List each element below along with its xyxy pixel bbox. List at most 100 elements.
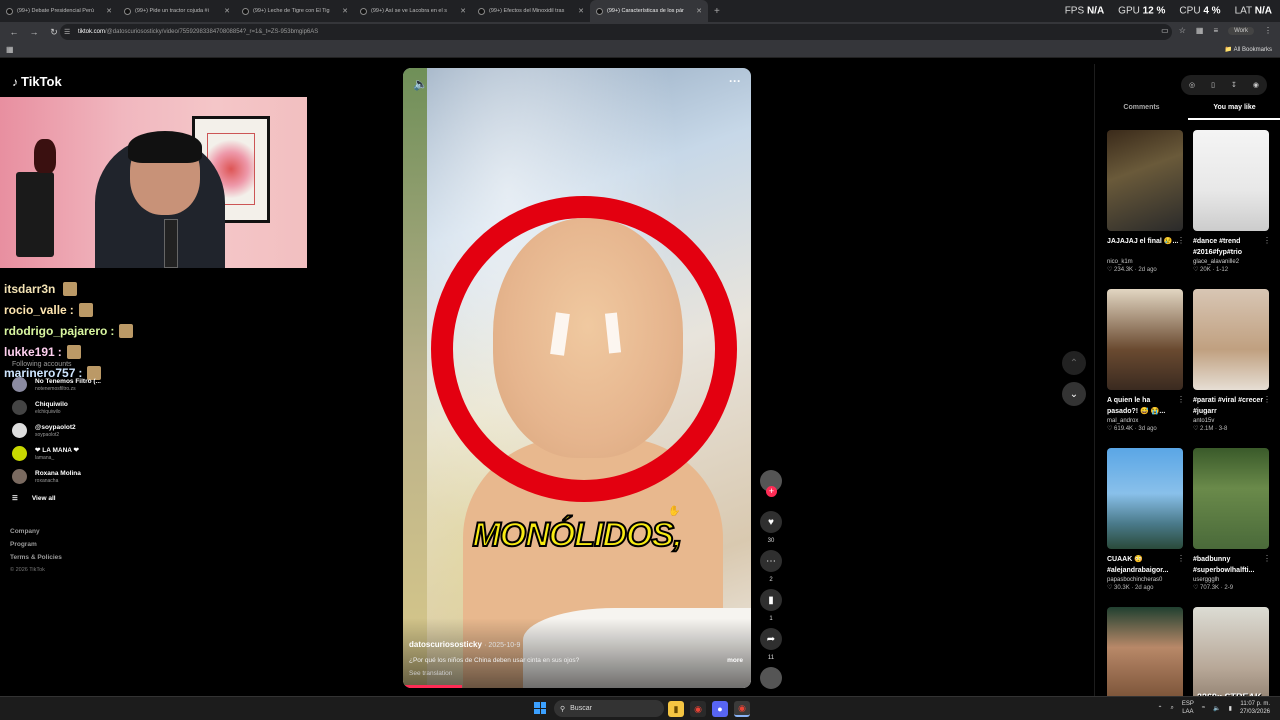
video-thumbnail[interactable] — [1107, 607, 1183, 708]
sound-disc-icon[interactable] — [760, 667, 782, 689]
volume-tray-icon[interactable]: 🔈 — [1213, 705, 1220, 712]
card-more-icon[interactable]: ⋮ — [1263, 395, 1271, 404]
file-explorer-icon[interactable]: ▮ — [668, 701, 684, 717]
extensions-icon[interactable]: ▦ — [1196, 26, 1204, 35]
following-item[interactable]: Roxana Molina roxanacha — [12, 465, 192, 488]
following-item[interactable]: Chiquiwilo elchiquiwilo — [12, 396, 192, 419]
phone-icon[interactable]: ▯ — [1211, 81, 1215, 89]
chevron-up-icon[interactable]: ⌃ — [1157, 705, 1162, 712]
profile-button[interactable]: Work — [1228, 26, 1254, 35]
video-thumbnail[interactable] — [1193, 448, 1269, 549]
battery-icon[interactable]: ▮ — [1229, 705, 1232, 712]
browser-tab[interactable]: (99+) Efectos del Minoxidil tras ✕ — [472, 0, 590, 22]
video-progress-bar[interactable] — [403, 685, 463, 688]
clock[interactable]: 11:07 p. m. 27/03/2026 — [1240, 700, 1270, 716]
video-author[interactable]: datoscuriososticky · 2025-10-9 — [409, 640, 520, 649]
footer-terms[interactable]: Terms & Policies — [10, 554, 62, 561]
menu-icon[interactable]: ⋮ — [1264, 26, 1272, 35]
card-more-icon[interactable]: ⋮ — [1263, 236, 1271, 245]
recommended-video-card[interactable]: #parati #viral #crecer #jugarr anto15v ♡ 2… — [1193, 289, 1271, 432]
url-bar[interactable]: ☰ tiktok.com/@datoscuriososticky/video/7… — [60, 24, 1172, 40]
browser-tab[interactable]: (99+) Así se ve Lacobra en el s ✕ — [354, 0, 472, 22]
view-all-button[interactable]: ☰ View all — [12, 488, 192, 508]
author-avatar[interactable]: + — [760, 470, 782, 497]
tab-comments[interactable]: Comments — [1095, 100, 1188, 120]
like-icon[interactable]: ♥ — [760, 511, 782, 533]
card-more-icon[interactable]: ⋮ — [1177, 236, 1185, 245]
follow-plus-icon[interactable]: + — [766, 486, 777, 497]
language-indicator[interactable]: ESP LAA — [1182, 700, 1194, 716]
previous-video-button[interactable]: ⌃ — [1062, 351, 1086, 375]
browser-tab[interactable]: (99+) Características de los pár ✕ — [590, 0, 708, 22]
recommended-video-card[interactable]: 2269x STREAK — [1193, 607, 1269, 708]
description-more-button[interactable]: more — [727, 657, 743, 664]
share-icon[interactable]: ➦ — [760, 628, 782, 650]
downloads-icon[interactable]: ≡ — [1213, 26, 1218, 35]
recommended-video-card[interactable]: #dance #trend #2016#fyp#trio glace_alavan… — [1193, 130, 1271, 273]
card-author[interactable]: anto15v — [1193, 418, 1269, 424]
footer-company[interactable]: Company — [10, 528, 40, 535]
more-options-icon[interactable]: ··· — [729, 74, 741, 88]
cast-icon[interactable]: ▭ — [1161, 26, 1169, 35]
taskbar-search[interactable]: ⚲ Buscar — [554, 700, 664, 717]
following-item[interactable]: No Tenemos Filtro (... notenemosfiltro.zs — [12, 373, 192, 396]
chrome-active-icon[interactable]: ◉ — [734, 701, 750, 717]
recommended-video-card[interactable]: CUAAK 😳 #alejandrabaigor... papasbochinch… — [1107, 448, 1185, 591]
back-icon[interactable]: ← — [8, 27, 20, 37]
video-thumbnail[interactable] — [1107, 289, 1183, 390]
recommended-video-card[interactable] — [1107, 607, 1183, 708]
recommended-video-card[interactable]: A quien le ha pasado?! 😅 😭... mal_androx ♡… — [1107, 289, 1185, 432]
card-more-icon[interactable]: ⋮ — [1177, 554, 1185, 563]
close-icon[interactable]: ✕ — [696, 7, 702, 15]
video-thumbnail[interactable] — [1107, 448, 1183, 549]
browser-tab[interactable]: (99+) Debate Presidencial Perú ✕ — [0, 0, 118, 22]
site-info-icon[interactable]: ☰ — [64, 28, 70, 36]
comment-icon[interactable]: ⋯ — [760, 550, 782, 572]
all-bookmarks-button[interactable]: 📁 All Bookmarks — [1225, 46, 1272, 53]
close-icon[interactable]: ✕ — [224, 7, 230, 15]
reload-icon[interactable]: ↻ — [48, 27, 60, 38]
footer-program[interactable]: Program — [10, 541, 37, 548]
next-video-button[interactable]: ⌄ — [1062, 382, 1086, 406]
video-thumbnail[interactable] — [1193, 130, 1269, 231]
close-icon[interactable]: ✕ — [578, 7, 584, 15]
windows-start-icon[interactable] — [534, 702, 546, 714]
card-stats: ♡ 2.1M · 3-8 — [1193, 426, 1228, 432]
volume-icon[interactable]: 🔈 — [413, 77, 428, 91]
card-more-icon[interactable]: ⋮ — [1263, 554, 1271, 563]
video-thumbnail[interactable] — [1193, 289, 1269, 390]
network-icon[interactable]: ⌕ — [1170, 705, 1173, 712]
card-author[interactable]: userggglh — [1193, 577, 1269, 583]
bookmark-icon[interactable]: ▮ — [760, 589, 782, 611]
following-item[interactable]: ❤ LA MANA ❤ lamana_ — [12, 442, 192, 465]
card-more-icon[interactable]: ⋮ — [1177, 395, 1185, 404]
wifi-icon[interactable]: ≈ — [1202, 705, 1205, 711]
new-tab-button[interactable]: + — [714, 6, 720, 17]
card-author[interactable]: papasbochincheras0 — [1107, 577, 1183, 583]
bookmark-star-icon[interactable]: ☆ — [1179, 26, 1186, 35]
video-thumbnail[interactable]: 2269x STREAK — [1193, 607, 1269, 708]
video-player[interactable]: MONÓLIDOS, 🔈 ··· datoscuriososticky · 20… — [403, 68, 751, 688]
tab-you-may-like[interactable]: You may like — [1188, 100, 1280, 120]
recommended-video-card[interactable]: #badbunny #superbowlhalfti... userggglh ♡ … — [1193, 448, 1271, 591]
card-author[interactable]: glace_alavanille2 — [1193, 259, 1269, 265]
download-icon[interactable]: ↧ — [1231, 81, 1237, 89]
compass-icon[interactable]: ◎ — [1189, 81, 1195, 89]
tiktok-logo[interactable]: ♪ TikTok — [12, 74, 62, 89]
discord-icon[interactable]: ● — [712, 701, 728, 717]
card-author[interactable]: nico_k1m — [1107, 259, 1183, 265]
apps-grid-icon[interactable]: ▦ — [6, 45, 14, 54]
captions-icon[interactable]: ◉ — [1253, 81, 1259, 89]
chrome-icon[interactable]: ◉ — [690, 701, 706, 717]
close-icon[interactable]: ✕ — [106, 7, 112, 15]
browser-tab[interactable]: (99+) Leche de Tigre con El Tig ✕ — [236, 0, 354, 22]
close-icon[interactable]: ✕ — [342, 7, 348, 15]
close-icon[interactable]: ✕ — [460, 7, 466, 15]
recommended-video-card[interactable]: JAJAJAJ el final 😢... nico_k1m ♡ 234.3K · … — [1107, 130, 1185, 273]
forward-icon[interactable]: → — [28, 27, 40, 37]
following-item[interactable]: @soypaolot2 soypaolot2 — [12, 419, 192, 442]
see-translation-link[interactable]: See translation — [409, 670, 452, 677]
card-author[interactable]: mal_androx — [1107, 418, 1183, 424]
browser-tab[interactable]: (99+) Pide un tractor cojuda #i ✕ — [118, 0, 236, 22]
video-thumbnail[interactable] — [1107, 130, 1183, 231]
